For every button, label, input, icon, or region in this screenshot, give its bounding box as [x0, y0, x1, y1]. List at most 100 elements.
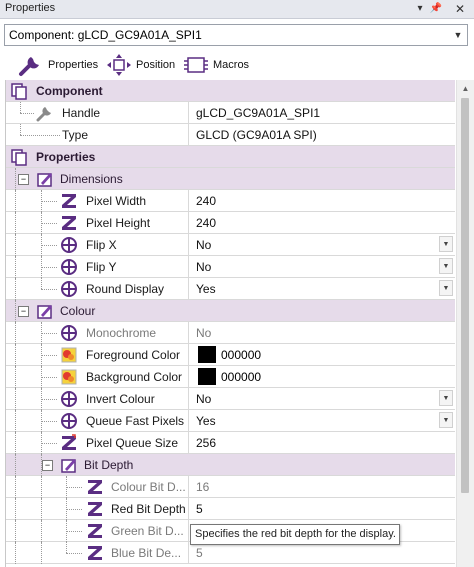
- property-value-red-bit-depth[interactable]: 5: [190, 498, 455, 519]
- property-value-blue-bit-depth: 5: [190, 542, 455, 563]
- property-value-pixel-height[interactable]: 240: [190, 212, 455, 233]
- name-cell: Invert Colour: [6, 388, 189, 410]
- property-row-invert-colour[interactable]: Invert Colour No ▼: [6, 388, 455, 410]
- foreground-color-swatch[interactable]: [198, 346, 216, 363]
- boolean-option-icon: [61, 391, 77, 407]
- subcategory-colour[interactable]: − Colour: [6, 300, 455, 322]
- property-label-blue-bit-depth: Blue Bit De...: [111, 546, 182, 560]
- collapse-toggle-icon[interactable]: −: [18, 306, 29, 317]
- property-row-red-bit-depth[interactable]: Red Bit Depth 5: [6, 498, 455, 520]
- handle-value: gLCD_GC9A01A_SPI1: [196, 106, 321, 120]
- dropdown-arrow-icon[interactable]: ▼: [439, 236, 453, 252]
- dropdown-arrow-icon[interactable]: ▼: [439, 412, 453, 428]
- property-row-monochrome[interactable]: Monochrome No: [6, 322, 455, 344]
- name-cell: Pixel Height: [6, 212, 189, 234]
- property-value-handle[interactable]: gLCD_GC9A01A_SPI1: [190, 102, 455, 123]
- subcategory-dimensions[interactable]: − Dimensions: [6, 168, 455, 190]
- tree-line: [41, 267, 57, 268]
- window-title: Properties: [5, 2, 56, 14]
- property-value-foreground-color[interactable]: 000000: [190, 344, 455, 365]
- colour-bit-depth-value: 16: [196, 480, 210, 494]
- property-label-type: Type: [62, 128, 89, 142]
- name-cell: Flip X: [6, 234, 189, 256]
- category-properties[interactable]: Properties: [6, 146, 455, 168]
- property-value-background-color[interactable]: 000000: [190, 366, 455, 387]
- pin-icon[interactable]: 📌: [428, 1, 444, 17]
- dropdown-arrow-icon[interactable]: ▼: [439, 258, 453, 274]
- background-color-swatch[interactable]: [198, 368, 216, 385]
- properties-tab-button[interactable]: Properties: [18, 52, 98, 78]
- tree-line: [66, 542, 67, 553]
- scrollbar-thumb[interactable]: [461, 98, 469, 493]
- macros-tab-label: Macros: [213, 59, 250, 71]
- component-select[interactable]: Component: gLCD_GC9A01A_SPI1 ▼: [4, 24, 468, 46]
- property-row-pixel-height[interactable]: Pixel Height 240: [6, 212, 455, 234]
- vertical-scrollbar[interactable]: ▲: [456, 80, 474, 567]
- collapse-toggle-icon[interactable]: −: [18, 174, 29, 185]
- scroll-up-icon[interactable]: ▲: [457, 82, 474, 96]
- boolean-option-icon: [61, 237, 77, 253]
- property-row-type[interactable]: Type GLCD (GC9A01A SPI): [6, 124, 455, 146]
- category-properties-label: Properties: [36, 150, 96, 164]
- dropdown-arrow-icon[interactable]: ▼: [439, 390, 453, 406]
- property-value-invert-colour[interactable]: No ▼: [190, 388, 455, 409]
- name-cell: Green Bit D...: [6, 520, 189, 542]
- tooltip: Specifies the red bit depth for the disp…: [190, 524, 400, 545]
- tree-line: [15, 520, 16, 542]
- property-value-round-display[interactable]: Yes ▼: [190, 278, 455, 299]
- subcategory-dimensions-label: Dimensions: [60, 172, 123, 186]
- property-label-round-display: Round Display: [86, 282, 165, 296]
- property-row-background-color[interactable]: Background Color 000000: [6, 366, 455, 388]
- property-label-queue-fast-pixels: Queue Fast Pixels: [86, 414, 185, 428]
- property-value-type[interactable]: GLCD (GC9A01A SPI): [190, 124, 455, 145]
- subcategory-bit-depth[interactable]: − Bit Depth: [6, 454, 455, 476]
- tree-line: [15, 300, 16, 322]
- property-value-flip-x[interactable]: No ▼: [190, 234, 455, 255]
- tree-line: [41, 355, 57, 356]
- dropdown-menu-icon[interactable]: ▾: [412, 1, 428, 17]
- property-row-flip-y[interactable]: Flip Y No ▼: [6, 256, 455, 278]
- property-value-flip-y[interactable]: No ▼: [190, 256, 455, 277]
- property-value-queue-fast-pixels[interactable]: Yes ▼: [190, 410, 455, 431]
- property-row-pixel-queue-size[interactable]: Pixel Queue Size 256: [6, 432, 455, 454]
- property-row-flip-x[interactable]: Flip X No ▼: [6, 234, 455, 256]
- z-value-icon: [88, 502, 102, 516]
- round-display-value: Yes: [196, 282, 216, 296]
- pixel-queue-size-value: 256: [196, 436, 217, 450]
- category-component[interactable]: Component: [6, 80, 455, 102]
- property-row-pixel-width[interactable]: Pixel Width 240: [6, 190, 455, 212]
- properties-edit-icon: [37, 305, 52, 319]
- property-value-colour-bit-depth: 16: [190, 476, 455, 497]
- property-row-foreground-color[interactable]: Foreground Color 000000: [6, 344, 455, 366]
- property-row-queue-fast-pixels[interactable]: Queue Fast Pixels Yes ▼: [6, 410, 455, 432]
- properties-edit-icon: [61, 459, 76, 473]
- property-value-monochrome: No: [190, 322, 455, 343]
- z-value-icon: [88, 480, 102, 494]
- name-cell: Foreground Color: [6, 344, 189, 366]
- tree-line: [41, 542, 42, 564]
- macro-chip-icon: [184, 57, 208, 73]
- property-label-red-bit-depth: Red Bit Depth: [111, 502, 186, 516]
- property-label-invert-colour: Invert Colour: [86, 392, 155, 406]
- property-row-blue-bit-depth[interactable]: Blue Bit De... 5: [6, 542, 455, 564]
- chevron-down-icon[interactable]: ▼: [449, 25, 467, 45]
- property-value-pixel-queue-size[interactable]: 256: [190, 432, 455, 453]
- close-icon[interactable]: ✕: [452, 1, 468, 17]
- dropdown-arrow-icon[interactable]: ▼: [439, 280, 453, 296]
- macros-tab-button[interactable]: Macros: [183, 52, 249, 78]
- property-row-colour-bit-depth[interactable]: Colour Bit D... 16: [6, 476, 455, 498]
- property-value-pixel-width[interactable]: 240: [190, 190, 455, 211]
- tree-line: [66, 553, 82, 554]
- property-row-round-display[interactable]: Round Display Yes ▼: [6, 278, 455, 300]
- position-tab-button[interactable]: Position: [106, 52, 175, 78]
- tree-line: [15, 278, 16, 300]
- property-label-green-bit-depth: Green Bit D...: [111, 524, 184, 538]
- name-cell: Round Display: [6, 278, 189, 300]
- property-row-handle[interactable]: Handle gLCD_GC9A01A_SPI1: [6, 102, 455, 124]
- queue-fast-pixels-value: Yes: [196, 414, 216, 428]
- color-palette-icon: [61, 347, 77, 363]
- z-value-icon: [62, 434, 76, 450]
- flip-x-value: No: [196, 238, 212, 252]
- collapse-toggle-icon[interactable]: −: [42, 460, 53, 471]
- properties-edit-icon: [37, 173, 52, 187]
